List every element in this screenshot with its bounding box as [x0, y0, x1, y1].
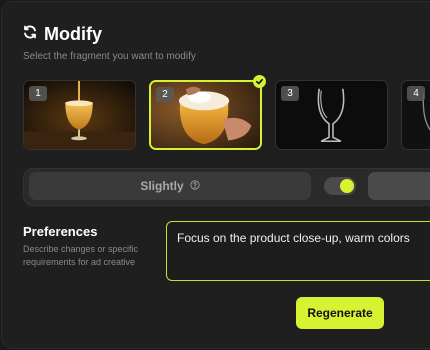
- preferences-title: Preferences: [23, 224, 98, 239]
- fragment-list: 1 2 3 4: [23, 80, 430, 150]
- fragment-thumbnail-1[interactable]: 1: [23, 80, 136, 150]
- option-segment[interactable]: [368, 172, 430, 200]
- toggle-switch[interactable]: [324, 177, 356, 195]
- modify-panel: Modify Select the fragment you want to m…: [1, 1, 430, 349]
- preferences-input[interactable]: Focus on the product close-up, warm colo…: [166, 221, 430, 281]
- intensity-option-button[interactable]: Slightly: [29, 172, 311, 200]
- fragment-number: 3: [281, 86, 299, 101]
- regenerate-button[interactable]: Regenerate: [296, 297, 384, 329]
- page-subtitle: Select the fragment you want to modify: [23, 51, 196, 62]
- page-title: Modify: [44, 24, 102, 44]
- fragment-number: 2: [156, 87, 174, 102]
- intensity-label: Slightly: [140, 179, 184, 193]
- help-circle-icon[interactable]: [190, 179, 200, 193]
- fragment-thumbnail-3[interactable]: 3: [275, 80, 388, 150]
- refresh-icon: [22, 24, 38, 45]
- fragment-thumbnail-4[interactable]: 4: [401, 80, 430, 150]
- fragment-thumbnail-2[interactable]: 2: [149, 80, 262, 150]
- fragment-number: 4: [407, 86, 425, 101]
- toggle-knob: [340, 179, 354, 193]
- header: Modify: [22, 24, 102, 45]
- fragment-number: 1: [29, 86, 47, 101]
- preferences-description: Describe changes or specific requirement…: [23, 244, 139, 267]
- selected-check-icon: [253, 75, 266, 88]
